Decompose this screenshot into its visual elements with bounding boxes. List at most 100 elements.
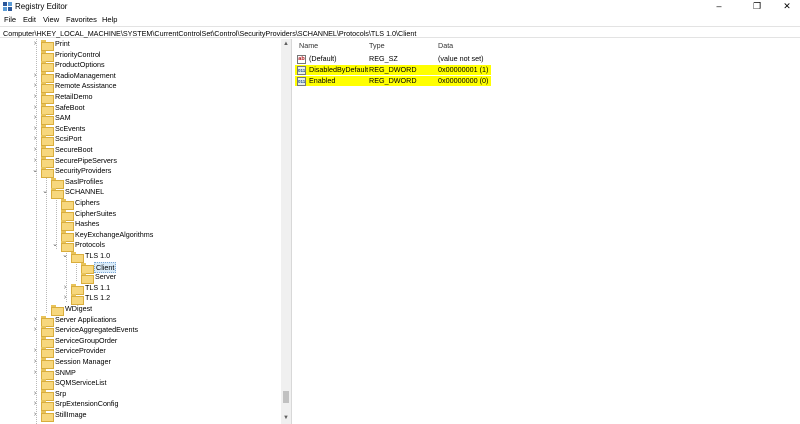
tree-item-schannel[interactable]: ⌄ SCHANNEL: [0, 187, 280, 200]
tree-item-client[interactable]: Client: [0, 261, 280, 274]
column-header-data[interactable]: Data: [438, 41, 453, 50]
chevron-down-icon[interactable]: ⌄: [31, 166, 39, 176]
chevron-right-icon[interactable]: ›: [61, 283, 69, 293]
tree-item-ciphers[interactable]: Ciphers: [0, 198, 280, 210]
registry-key-tree[interactable]: › Print PriorityControl ProductOptions › Radi…: [0, 39, 292, 424]
tree-item-sqmservicelist[interactable]: SQMServiceList: [0, 378, 280, 391]
folder-icon: [61, 241, 74, 253]
tree-item-servicegrouporder[interactable]: ServiceGroupOrder: [0, 336, 280, 348]
scroll-down-arrow-icon[interactable]: ▼: [281, 413, 291, 423]
chevron-right-icon[interactable]: ›: [31, 399, 39, 409]
address-bar[interactable]: Computer\HKEY_LOCAL_MACHINE\SYSTEM\Curre…: [0, 26, 800, 38]
value-row[interactable]: ab (Default) REG_SZ (value not set): [295, 54, 491, 65]
chevron-right-icon[interactable]: ›: [31, 145, 39, 155]
chevron-right-icon[interactable]: ›: [31, 39, 39, 49]
value-row[interactable]: 011 Enabled REG_DWORD 0x00000000 (0): [295, 75, 491, 87]
tree-item-server[interactable]: Server: [0, 272, 280, 285]
chevron-right-icon[interactable]: ›: [31, 389, 39, 399]
tree-item-wdigest[interactable]: WDigest: [0, 304, 280, 316]
close-button[interactable]: ✕: [774, 0, 800, 13]
tree-item-label: Session Manager: [55, 357, 111, 366]
tree-item-safeboot[interactable]: › SafeBoot: [0, 103, 280, 115]
chevron-right-icon[interactable]: ›: [31, 410, 39, 420]
chevron-right-icon[interactable]: ›: [31, 81, 39, 91]
tree-item-tls-1-2[interactable]: › TLS 1.2: [0, 293, 280, 306]
chevron-right-icon[interactable]: ›: [31, 124, 39, 134]
folder-icon: [41, 389, 54, 401]
chevron-right-icon[interactable]: ›: [31, 71, 39, 81]
tree-item-label: Print: [55, 39, 70, 48]
tree-item-scsiport[interactable]: › ScsiPort: [0, 134, 280, 147]
tree-item-srp[interactable]: › Srp: [0, 389, 280, 401]
chevron-right-icon[interactable]: ›: [31, 113, 39, 123]
chevron-right-icon[interactable]: ›: [31, 315, 39, 325]
tree-item-label: SrpExtensionConfig: [55, 399, 119, 409]
tree-item-prioritycontrol[interactable]: PriorityControl: [0, 50, 280, 62]
folder-icon: [61, 199, 74, 210]
tree-item-scevents[interactable]: › ScEvents: [0, 124, 280, 136]
column-header-name[interactable]: Name: [299, 41, 318, 50]
chevron-down-icon[interactable]: ⌄: [51, 240, 59, 250]
column-header-type[interactable]: Type: [369, 41, 385, 50]
chevron-right-icon[interactable]: ›: [31, 325, 39, 335]
tree-item-keyexchangealgorithms[interactable]: KeyExchangeAlgorithms: [0, 230, 280, 242]
tree-item-saslprofiles[interactable]: SaslProfiles: [0, 177, 280, 189]
chevron-right-icon[interactable]: ›: [31, 92, 39, 102]
chevron-right-icon[interactable]: ›: [31, 368, 39, 378]
folder-icon: [41, 61, 54, 73]
address-path[interactable]: Computer\HKEY_LOCAL_MACHINE\SYSTEM\Curre…: [3, 29, 416, 38]
folder-icon: [51, 305, 64, 316]
tree-item-remote-assistance[interactable]: › Remote Assistance: [0, 81, 280, 94]
tree-item-secureboot[interactable]: › SecureBoot: [0, 145, 280, 157]
tree-item-label: CipherSuites: [75, 208, 117, 218]
menu-view[interactable]: View: [43, 15, 59, 24]
chevron-right-icon[interactable]: ›: [31, 346, 39, 356]
tree-item-label: SQMServiceList: [55, 378, 107, 388]
value-data: (value not set): [438, 54, 484, 63]
tree-item-tls-1-0[interactable]: ⌄ TLS 1.0: [0, 251, 280, 263]
chevron-right-icon[interactable]: ›: [31, 156, 39, 166]
tree-vertical-scrollbar[interactable]: ▲ ▼: [281, 39, 291, 424]
scroll-up-arrow-icon[interactable]: ▲: [281, 39, 291, 49]
menu-edit[interactable]: Edit: [23, 15, 36, 24]
chevron-down-icon[interactable]: ⌄: [61, 251, 69, 261]
menu-help[interactable]: Help: [102, 15, 117, 24]
folder-icon: [41, 93, 54, 104]
minimize-button[interactable]: –: [706, 0, 732, 13]
registry-values-pane[interactable]: Name Type Data ab (Default) REG_SZ (value n…: [293, 39, 800, 424]
tree-item-serviceprovider[interactable]: › ServiceProvider: [0, 346, 280, 359]
tree-item-snmp[interactable]: › SNMP: [0, 368, 280, 380]
folder-icon: [41, 315, 54, 327]
tree-item-securityproviders[interactable]: ⌄ SecurityProviders: [0, 166, 280, 179]
folder-icon: [51, 177, 64, 189]
tree-item-srpextensionconfig[interactable]: › SrpExtensionConfig: [0, 399, 280, 412]
tree-item-tls-1-1[interactable]: › TLS 1.1: [0, 282, 280, 295]
tree-item-print[interactable]: › Print: [0, 39, 280, 51]
chevron-right-icon[interactable]: ›: [31, 103, 39, 113]
tree-item-securepipeservers[interactable]: › SecurePipeServers: [0, 156, 280, 168]
tree-item-hashes[interactable]: Hashes: [0, 219, 280, 232]
tree-item-label: WDigest: [65, 304, 93, 313]
tree-item-stillimage[interactable]: › StillImage: [0, 410, 280, 422]
menu-file[interactable]: File: [4, 15, 16, 24]
tree-item-retaildemo[interactable]: › RetailDemo: [0, 92, 280, 104]
tree-item-server-applications[interactable]: › Server Applications: [0, 315, 280, 327]
value-row[interactable]: 011 DisabledByDefault REG_DWORD 0x00000001 …: [295, 64, 491, 76]
tree-item-sam[interactable]: › SAM: [0, 113, 280, 126]
tree-item-radiomanagement[interactable]: › RadioManagement: [0, 71, 280, 83]
menu-favorites[interactable]: Favorites: [66, 15, 97, 24]
tree-item-productoptions[interactable]: ProductOptions: [0, 60, 280, 73]
tree-item-label: TLS 1.1: [85, 282, 111, 292]
chevron-right-icon[interactable]: ›: [61, 293, 69, 303]
chevron-right-icon[interactable]: ›: [31, 134, 39, 144]
folder-icon: [41, 135, 54, 147]
tree-item-protocols[interactable]: ⌄ Protocols: [0, 240, 280, 253]
tree-item-ciphersuites[interactable]: CipherSuites: [0, 208, 280, 221]
folder-icon: [41, 326, 54, 338]
chevron-right-icon[interactable]: ›: [31, 357, 39, 367]
maximize-button[interactable]: ❐: [744, 0, 770, 13]
tree-item-session-manager[interactable]: › Session Manager: [0, 357, 280, 369]
scroll-thumb[interactable]: [283, 391, 289, 403]
tree-item-serviceaggregatedevents[interactable]: › ServiceAggregatedEvents: [0, 325, 280, 338]
chevron-down-icon[interactable]: ⌄: [41, 187, 49, 197]
